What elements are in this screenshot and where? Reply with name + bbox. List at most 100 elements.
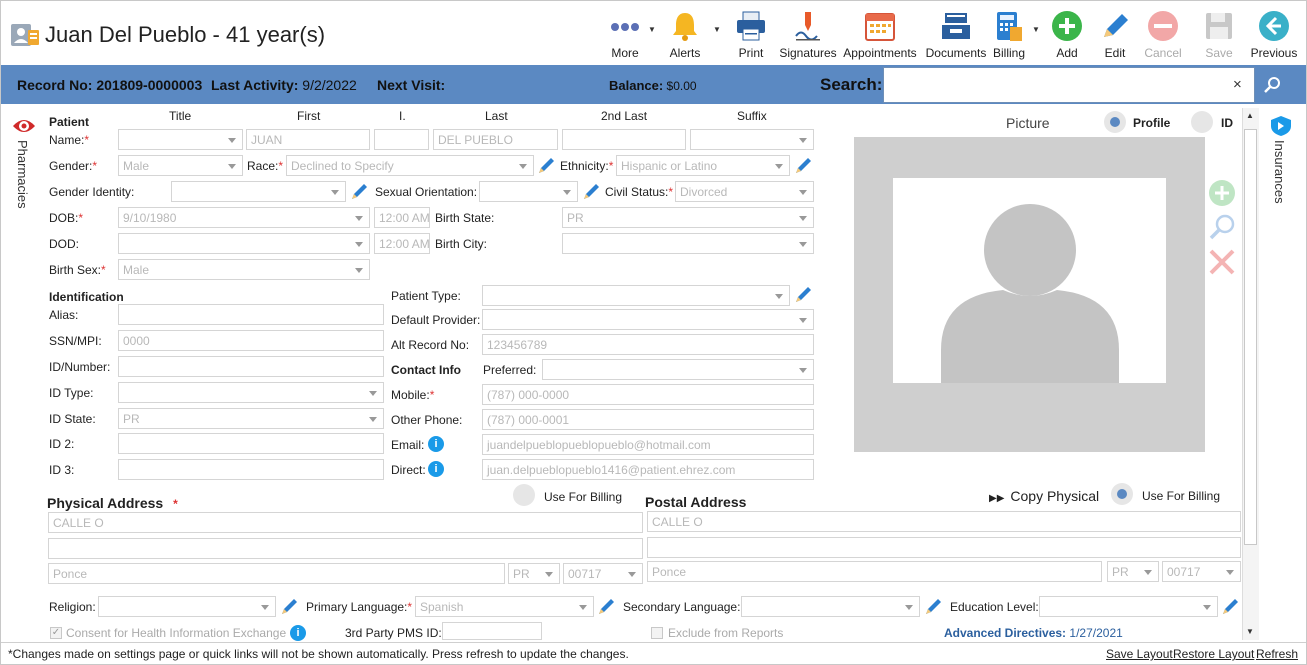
physical-use-for-billing-radio[interactable]	[513, 484, 535, 506]
education-level-select[interactable]	[1039, 596, 1218, 617]
postal-address-line2[interactable]	[647, 537, 1241, 558]
refresh-link[interactable]: Refresh	[1256, 647, 1298, 661]
dob-time-input[interactable]: 12:00 AM	[374, 207, 430, 228]
edit-race-pencil-icon[interactable]	[537, 155, 557, 175]
postal-zip-select[interactable]: 00717	[1162, 561, 1241, 582]
secondary-language-select[interactable]	[741, 596, 920, 617]
save-layout-link[interactable]: Save Layout	[1106, 647, 1173, 661]
physical-zip-select[interactable]: 00717	[563, 563, 643, 584]
print-button[interactable]: Print	[729, 7, 773, 63]
appointments-button[interactable]: Appointments	[841, 7, 919, 63]
ethnicity-select[interactable]: Hispanic or Latino	[616, 155, 790, 176]
patient-type-select[interactable]	[482, 285, 790, 306]
add-button[interactable]: Add	[1047, 7, 1087, 63]
id-type-select[interactable]	[118, 382, 384, 403]
gender-identity-select[interactable]	[171, 181, 346, 202]
restore-layout-link[interactable]: Restore Layout	[1173, 647, 1254, 661]
birth-state-select[interactable]: PR	[562, 207, 814, 228]
signatures-button[interactable]: Signatures	[777, 7, 839, 63]
ssn-input[interactable]: 0000	[118, 330, 384, 351]
exclude-from-reports-checkbox[interactable]	[651, 627, 663, 639]
header: Juan Del Pueblo - 41 year(s) More ▼ Aler…	[1, 1, 1306, 65]
sexual-orientation-select[interactable]	[479, 181, 578, 202]
email-input[interactable]: juandelpueblopueblopueblo@hotmail.com	[482, 434, 814, 455]
billing-caret-icon[interactable]: ▼	[1032, 25, 1040, 34]
religion-select[interactable]	[98, 596, 276, 617]
first-name-input[interactable]: JUAN	[246, 129, 370, 150]
zoom-photo-icon[interactable]	[1208, 213, 1236, 241]
primary-language-select[interactable]: Spanish	[415, 596, 594, 617]
direct-info-icon[interactable]: i	[428, 461, 444, 477]
edit-secondary-language-pencil-icon[interactable]	[924, 596, 944, 616]
scroll-down-icon[interactable]: ▼	[1246, 627, 1254, 636]
default-provider-select[interactable]	[482, 309, 814, 330]
mobile-input[interactable]: (787) 000-0000	[482, 384, 814, 405]
physical-state-select[interactable]: PR	[508, 563, 560, 584]
civil-status-select[interactable]: Divorced	[675, 181, 814, 202]
search-input[interactable]	[883, 67, 1255, 103]
birth-city-select[interactable]	[562, 233, 814, 254]
alias-input[interactable]	[118, 304, 384, 325]
id2-input[interactable]	[118, 433, 384, 454]
postal-state-select[interactable]: PR	[1107, 561, 1159, 582]
alerts-button[interactable]: Alerts	[663, 7, 707, 63]
dob-date-picker[interactable]: 9/10/1980	[118, 207, 370, 228]
consent-checkbox[interactable]: ✓	[50, 627, 62, 639]
appointments-label: Appointments	[843, 46, 917, 60]
last-name-input[interactable]: DEL PUEBLO	[433, 129, 558, 150]
physical-address-line1[interactable]: CALLE O	[48, 512, 643, 533]
id-state-select[interactable]: PR	[118, 408, 384, 429]
alerts-caret-icon[interactable]: ▼	[713, 25, 721, 34]
more-caret-icon[interactable]: ▼	[648, 25, 656, 34]
race-select[interactable]: Declined to Specify	[286, 155, 534, 176]
middle-initial-input[interactable]	[374, 129, 429, 150]
id-number-input[interactable]	[118, 356, 384, 377]
id3-input[interactable]	[118, 459, 384, 480]
delete-photo-icon[interactable]	[1208, 248, 1236, 276]
other-phone-input[interactable]: (787) 000-0001	[482, 409, 814, 430]
edit-patient-type-pencil-icon[interactable]	[794, 284, 814, 304]
email-info-icon[interactable]: i	[428, 436, 444, 452]
preferred-contact-select[interactable]	[542, 359, 814, 380]
alt-record-input[interactable]: 123456789	[482, 334, 814, 355]
more-button[interactable]: More	[605, 7, 645, 63]
edit-religion-pencil-icon[interactable]	[280, 596, 300, 616]
clear-search-icon[interactable]: ×	[1233, 76, 1242, 93]
edit-primary-language-pencil-icon[interactable]	[597, 596, 617, 616]
second-last-name-input[interactable]	[562, 129, 686, 150]
postal-use-for-billing-radio[interactable]	[1111, 483, 1133, 505]
advanced-directives[interactable]: Advanced Directives: 1/27/2021	[944, 626, 1123, 640]
postal-address-line1[interactable]: CALLE O	[647, 511, 1241, 532]
search-button[interactable]	[1257, 67, 1287, 103]
suffix-select[interactable]	[690, 129, 814, 150]
dod-date-picker[interactable]	[118, 233, 370, 254]
id-photo-radio[interactable]	[1191, 111, 1213, 133]
edit-button[interactable]: Edit	[1095, 7, 1135, 63]
insurances-tab[interactable]: Insurances	[1268, 115, 1294, 215]
documents-button[interactable]: Documents	[923, 7, 989, 63]
profile-radio[interactable]	[1104, 111, 1126, 133]
cancel-button[interactable]: Cancel	[1141, 7, 1185, 63]
edit-sexual-orientation-pencil-icon[interactable]	[582, 181, 602, 201]
consent-info-icon[interactable]: i	[290, 625, 306, 641]
pms-id-input[interactable]	[442, 622, 542, 640]
add-photo-icon[interactable]	[1208, 179, 1236, 207]
direct-email-input[interactable]: juan.delpueblopueblo1416@patient.ehrez.c…	[482, 459, 814, 480]
scrollbar-thumb[interactable]	[1244, 129, 1257, 545]
physical-city-input[interactable]: Ponce	[48, 563, 505, 584]
billing-button[interactable]: Billing	[989, 7, 1029, 63]
birth-sex-select[interactable]: Male	[118, 259, 370, 280]
physical-address-line2[interactable]	[48, 538, 643, 559]
title-select[interactable]	[118, 129, 243, 150]
gender-select[interactable]: Male	[118, 155, 243, 176]
scroll-up-icon[interactable]: ▲	[1246, 111, 1254, 120]
postal-city-input[interactable]: Ponce	[647, 561, 1102, 582]
pharmacies-tab[interactable]: Pharmacies	[11, 115, 37, 215]
edit-gender-identity-pencil-icon[interactable]	[350, 181, 370, 201]
edit-education-level-pencil-icon[interactable]	[1221, 596, 1241, 616]
save-button[interactable]: Save	[1197, 7, 1241, 63]
previous-button[interactable]: Previous	[1249, 7, 1299, 63]
edit-ethnicity-pencil-icon[interactable]	[794, 155, 814, 175]
dod-time-input[interactable]: 12:00 AM	[374, 233, 430, 254]
copy-physical-button[interactable]: ▶▶ Copy Physical	[989, 488, 1099, 504]
